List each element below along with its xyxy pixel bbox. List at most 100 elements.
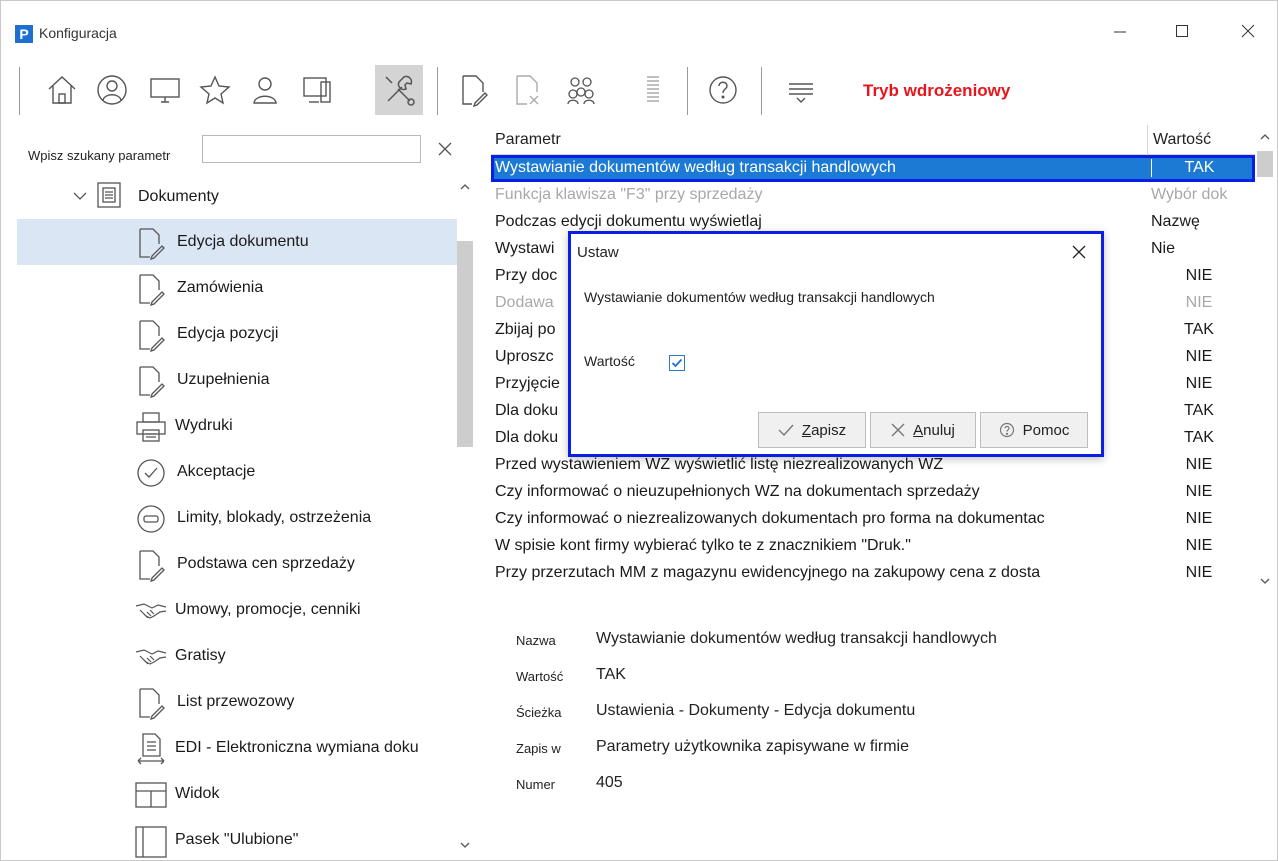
grid-header: Parametr Wartość [491,125,1255,155]
monitor-button[interactable] [141,65,189,115]
user-circle-icon [97,75,127,105]
home-button[interactable] [38,65,86,115]
tree-item[interactable]: Podstawa cen sprzedaży [17,541,457,587]
parameter-cell: W spisie kont firmy wybierać tylko te z … [495,537,911,554]
minimize-button[interactable] [1097,15,1143,47]
value-cell: TAK [1184,321,1214,338]
maximize-button[interactable] [1159,15,1205,47]
value-cell: NIE [1185,483,1213,500]
user-button[interactable] [88,65,136,115]
help-button[interactable]: Pomoc [980,412,1088,448]
value-cell: NIE [1185,564,1213,581]
dialog-title: Ustaw [577,244,619,261]
table-row[interactable]: Funkcja klawisza "F3" przy sprzedaży Wybó… [491,182,1255,209]
search-clear-button[interactable] [435,139,455,159]
document-remove-icon [516,75,539,105]
tree-item-label: Edycja pozycji [177,325,279,342]
parameter-cell: Przy przerzutach MM z magazynu ewidencyj… [495,564,1041,581]
document-remove-button[interactable] [503,65,551,115]
dialog-close-button[interactable] [1067,240,1091,264]
favorites-button[interactable] [191,65,239,115]
close-icon [1241,24,1255,38]
chevron-up-icon [460,184,470,190]
table-row[interactable]: Przy przerzutach MM z magazynu ewidencyj… [491,560,1255,587]
tree-item[interactable]: Wydruki [17,403,457,449]
filter-button[interactable] [777,65,825,115]
value-cell: NIE [1185,375,1213,392]
table-row[interactable]: Wystawianie dokumentów według transakcji… [491,155,1255,182]
tree-item[interactable]: Akceptacje [17,449,457,495]
document-list-icon [97,182,121,208]
value-cell: TAK [1151,159,1247,177]
detail-label: Wartość [516,669,564,684]
scrollbar-thumb[interactable] [457,241,473,447]
workstation-button[interactable] [293,65,341,115]
value-cell: NIE [1185,348,1213,365]
tree-item[interactable]: Limity, blokady, ostrzeżenia [17,495,457,541]
detail-row: Ścieżka Ustawienia - Dokumenty - Edycja … [516,697,1256,727]
tree-scrollbar[interactable] [457,175,473,859]
tree-item[interactable]: Pasek "Ulubione" [17,817,457,859]
save-button[interactable]: Zapisz [758,412,866,448]
document-pen-icon [133,364,169,398]
tree-item[interactable]: Edycja dokumentu [17,219,457,265]
value-checkbox[interactable] [669,355,685,371]
tree-item[interactable]: Gratisy [17,633,457,679]
handshake-icon [133,640,169,674]
column-divider[interactable] [1147,125,1148,155]
grid-scrollbar[interactable] [1256,125,1274,595]
tree-node-documents[interactable]: Dokumenty [17,175,457,219]
value-cell: NIE [1185,456,1213,473]
person-icon [253,77,277,104]
tree-item-label: Podstawa cen sprzedaży [177,555,355,572]
column-header-value[interactable]: Wartość [1153,131,1211,149]
layout-icon [133,778,169,812]
table-row[interactable]: Czy informować o nieuzupełnionych WZ na … [491,479,1255,506]
detail-value: 405 [596,774,623,791]
tree-item-label: Wydruki [175,417,233,434]
document-pen-icon [133,226,169,260]
star-icon [199,75,231,105]
tree-item[interactable]: Zamówienia [17,265,457,311]
checkmark-icon [778,424,794,437]
tree-item[interactable]: EDI - Elektroniczna wymiana doku [17,725,457,771]
tree-item[interactable]: Edycja pozycji [17,311,457,357]
document-pen-icon [133,548,169,582]
document-edit-button[interactable] [449,65,497,115]
column-header-parameter[interactable]: Parametr [495,131,561,149]
parameter-cell: Czy informować o niezrealizowanych dokum… [495,510,1045,527]
detail-label: Zapis w [516,741,561,756]
list-button[interactable] [629,65,677,115]
group-button[interactable] [557,65,605,115]
app-logo: P [15,25,33,43]
parameter-cell: Wystawianie dokumentów według transakcji… [495,159,896,176]
detail-value: TAK [596,666,626,683]
help-button[interactable] [699,65,747,115]
detail-label: Ścieżka [516,705,562,720]
detail-value: Parametry użytkownika zapisywane w firmi… [596,738,909,755]
chevron-down-icon [460,842,470,848]
close-window-button[interactable] [1225,15,1271,47]
minimize-icon [1114,31,1126,33]
tree-item[interactable]: Umowy, promocje, cenniki [17,587,457,633]
table-row[interactable]: Czy informować o niezrealizowanych dokum… [491,506,1255,533]
tree-item[interactable]: Uzupełnienia [17,357,457,403]
table-row[interactable]: W spisie kont firmy wybierać tylko te z … [491,533,1255,560]
value-cell: NIE [1185,294,1213,311]
tree-item-label: EDI - Elektroniczna wymiana doku [175,739,419,756]
help-label: Pomoc [1022,421,1070,439]
close-icon [1072,245,1086,259]
tree-item[interactable]: List przewozowy [17,679,457,725]
detail-row: Nazwa Wystawianie dokumentów według tran… [516,625,1256,655]
tree-item[interactable]: Widok [17,771,457,817]
cancel-button[interactable]: Anuluj [870,412,976,448]
tools-button[interactable] [375,65,423,115]
check-circle-icon [133,456,169,490]
parameter-cell: Przed wystawieniem WZ wyświetlić listę n… [495,456,944,473]
document-edit-icon [462,75,488,108]
parameter-cell: Funkcja klawisza "F3" przy sprzedaży [495,186,763,203]
search-input[interactable] [202,135,421,163]
group-icon [567,77,595,105]
person-button[interactable] [241,65,289,115]
scrollbar-thumb[interactable] [1257,151,1273,177]
